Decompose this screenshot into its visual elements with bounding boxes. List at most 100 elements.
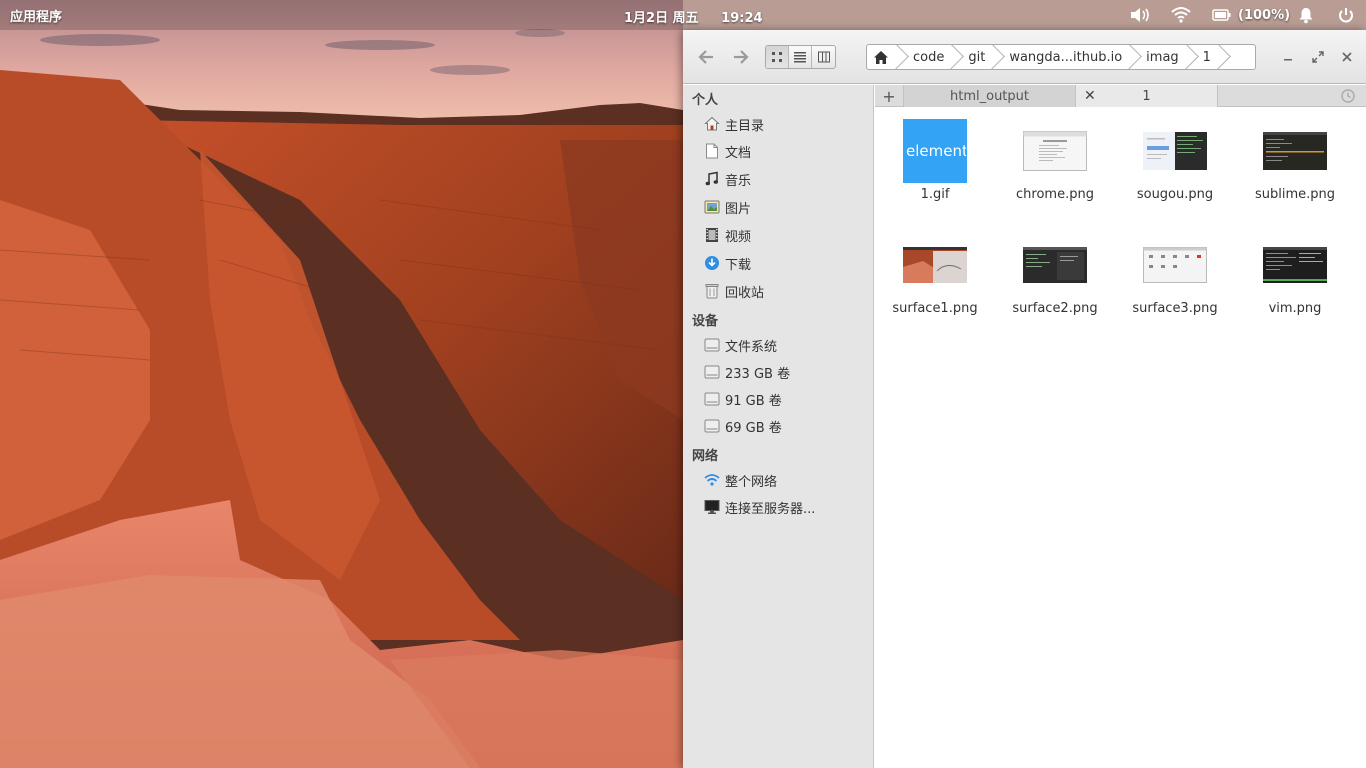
sidebar-item-volume[interactable]: 233 GB 卷 [704, 361, 790, 383]
sidebar-item-videos[interactable]: 视频 [704, 224, 751, 246]
drive-icon [704, 418, 720, 434]
file-thumbnail [903, 233, 967, 297]
download-icon [704, 255, 720, 271]
sidebar-item-label: 音乐 [725, 173, 752, 189]
file-name: vim.png [1268, 301, 1322, 316]
sidebar-header-personal: 个人 [692, 93, 719, 108]
drive-icon [704, 391, 720, 407]
file-view: elementa 1.gif chrome.png sougou.png sub… [875, 108, 1366, 768]
list-view-button[interactable] [789, 46, 812, 68]
sidebar-item-label: 91 GB 卷 [725, 393, 782, 409]
file-item[interactable]: sougou.png [1115, 119, 1235, 202]
wifi-icon[interactable] [1170, 5, 1192, 25]
file-item[interactable]: vim.png [1235, 233, 1355, 316]
breadcrumb-item[interactable]: imag [1134, 45, 1189, 69]
sidebar-item-volume[interactable]: 69 GB 卷 [704, 415, 782, 437]
tab-label: 1 [1142, 88, 1151, 104]
back-button[interactable] [694, 47, 718, 67]
breadcrumb: code git wangda...ithub.io imag 1 [866, 44, 1256, 70]
maximize-button[interactable] [1309, 48, 1327, 66]
file-thumbnail [1143, 119, 1207, 183]
new-tab-button[interactable]: + [875, 85, 903, 107]
file-thumbnail [1263, 119, 1327, 183]
file-item[interactable]: surface3.png [1115, 233, 1235, 316]
power-icon[interactable] [1337, 5, 1355, 25]
file-thumbnail: elementa [903, 119, 967, 183]
file-name: surface2.png [1012, 301, 1098, 316]
home-icon [704, 116, 720, 132]
file-name: chrome.png [1016, 187, 1094, 202]
sidebar-item-volume[interactable]: 91 GB 卷 [704, 388, 782, 410]
restore-tab-icon[interactable] [1340, 88, 1356, 108]
battery-icon [1212, 9, 1231, 21]
file-name: surface1.png [892, 301, 978, 316]
minimize-button[interactable] [1279, 48, 1297, 66]
breadcrumb-item[interactable]: wangda...ithub.io [997, 45, 1132, 69]
sidebar-item-label: 文件系统 [725, 339, 778, 355]
tab-bar: + html_output ✕ 1 [875, 85, 1366, 107]
file-item[interactable]: elementa 1.gif [875, 119, 995, 202]
forward-button[interactable] [729, 47, 753, 67]
sidebar-item-music[interactable]: 音乐 [704, 168, 751, 190]
sidebar-item-filesystem[interactable]: 文件系统 [704, 334, 777, 356]
file-thumbnail [1023, 119, 1087, 183]
file-item[interactable]: chrome.png [995, 119, 1115, 202]
sidebar-item-connect-server[interactable]: 连接至服务器... [704, 496, 815, 518]
breadcrumb-home[interactable] [867, 45, 899, 69]
sidebar-item-label: 下载 [725, 257, 752, 273]
tab-1[interactable]: ✕ 1 [1075, 85, 1218, 107]
notifications-icon[interactable] [1297, 5, 1315, 25]
sidebar-item-label: 69 GB 卷 [725, 420, 782, 436]
file-manager-window: code git wangda...ithub.io imag 1 个人 主目录… [683, 30, 1366, 768]
sidebar-item-trash[interactable]: 回收站 [704, 280, 764, 302]
top-panel: 应用程序 1月2日 周五 19:24 (100%) [0, 0, 1366, 30]
thumbnail-text: elementa [906, 142, 966, 160]
sidebar-header-network: 网络 [692, 449, 719, 464]
applications-menu[interactable]: 应用程序 [10, 6, 62, 25]
network-icon [704, 472, 720, 488]
breadcrumb-item[interactable]: code [901, 45, 954, 69]
breadcrumb-item[interactable]: git [956, 45, 995, 69]
sidebar-header-devices: 设备 [692, 314, 719, 329]
close-tab-icon[interactable]: ✕ [1084, 88, 1096, 104]
breadcrumb-item[interactable]: 1 [1191, 45, 1221, 69]
sidebar-item-label: 整个网络 [725, 474, 778, 490]
file-name: 1.gif [920, 187, 950, 202]
sidebar-item-label: 连接至服务器... [725, 501, 816, 517]
sidebar-item-home[interactable]: 主目录 [704, 113, 764, 135]
file-name: surface3.png [1132, 301, 1218, 316]
battery-indicator[interactable]: (100%) [1212, 5, 1290, 25]
file-item[interactable]: surface1.png [875, 233, 995, 316]
trash-icon [704, 283, 720, 299]
tab-html-output[interactable]: html_output [903, 85, 1075, 107]
file-item[interactable]: surface2.png [995, 233, 1115, 316]
close-button[interactable] [1338, 48, 1356, 66]
sidebar-item-label: 主目录 [725, 118, 765, 134]
file-thumbnail [1023, 233, 1087, 297]
pictures-icon [704, 199, 720, 215]
volume-icon[interactable] [1128, 5, 1152, 25]
toolbar: code git wangda...ithub.io imag 1 [683, 30, 1366, 84]
date-label: 1月2日 周五 [624, 11, 699, 26]
sidebar-item-pictures[interactable]: 图片 [704, 196, 751, 218]
icon-view-button[interactable] [766, 46, 789, 68]
tab-label: html_output [950, 88, 1029, 104]
file-item[interactable]: sublime.png [1235, 119, 1355, 202]
sidebar-item-documents[interactable]: 文档 [704, 140, 751, 162]
video-icon [704, 227, 720, 243]
sidebar-item-downloads[interactable]: 下载 [704, 252, 751, 274]
sidebar: 个人 主目录 文档 音乐 图片 视频 下载 回收站 设备 文件系统 233 GB… [683, 85, 874, 768]
view-switcher [765, 45, 836, 69]
server-icon [704, 499, 720, 515]
file-name: sougou.png [1136, 187, 1214, 202]
sidebar-item-label: 图片 [725, 201, 752, 217]
file-thumbnail [1143, 233, 1207, 297]
home-icon [874, 50, 888, 64]
clock[interactable]: 1月2日 周五 19:24 [624, 7, 763, 26]
drive-icon [704, 337, 720, 353]
music-icon [704, 171, 720, 187]
column-view-button[interactable] [812, 46, 835, 68]
drive-icon [704, 364, 720, 380]
sidebar-item-entire-network[interactable]: 整个网络 [704, 469, 777, 491]
sidebar-item-label: 233 GB 卷 [725, 366, 791, 382]
